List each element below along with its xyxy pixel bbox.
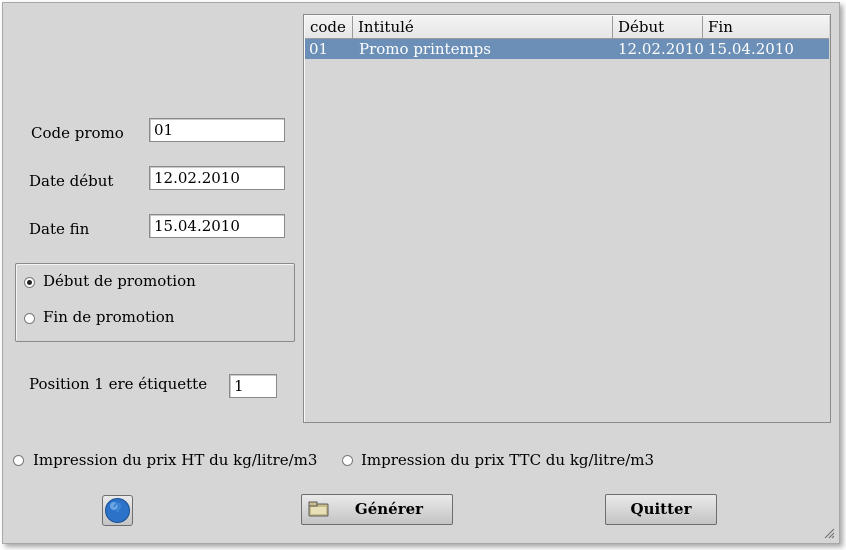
code-promo-label: Code promo (31, 124, 124, 142)
radio-price-ht[interactable] (13, 455, 24, 466)
radio-price-ttc-label[interactable]: Impression du prix TTC du kg/litre/m3 (361, 451, 654, 469)
cell-end: 15.04.2010 (708, 40, 794, 58)
help-icon (105, 498, 130, 523)
column-header-title[interactable]: Intitulé (353, 16, 613, 38)
start-date-label: Date début (29, 172, 114, 190)
quit-button-label: Quitter (630, 500, 692, 518)
start-date-input[interactable] (149, 166, 285, 190)
generate-button-label: Générer (354, 500, 424, 518)
code-promo-input[interactable] (149, 118, 285, 142)
promo-table[interactable]: code Intitulé Début Fin 01 Promo printem… (303, 14, 831, 423)
radio-price-ttc[interactable] (342, 455, 353, 466)
column-header-end[interactable]: Fin (703, 16, 829, 38)
promotion-radio-group: Début de promotion Fin de promotion (15, 263, 295, 342)
end-date-input[interactable] (149, 214, 285, 238)
radio-start-promotion[interactable] (24, 277, 35, 288)
column-header-code[interactable]: code (305, 16, 353, 38)
radio-price-ht-label[interactable]: Impression du prix HT du kg/litre/m3 (33, 451, 317, 469)
position-label: Position 1 ere étiquette (29, 375, 208, 393)
radio-end-promotion-label[interactable]: Fin de promotion (43, 308, 174, 326)
end-date-label: Date fin (29, 220, 90, 238)
radio-end-promotion[interactable] (24, 313, 35, 324)
dialog-window: Code promo Date début Date fin Début de … (2, 2, 840, 544)
help-button[interactable] (102, 495, 133, 526)
column-header-start[interactable]: Début (613, 16, 703, 38)
cell-code: 01 (309, 40, 329, 58)
folder-icon (308, 501, 329, 517)
resize-grip-icon[interactable] (823, 527, 835, 539)
table-row[interactable]: 01 Promo printemps 12.02.2010 15.04.2010 (305, 39, 829, 59)
quit-button[interactable]: Quitter (605, 494, 717, 525)
radio-start-promotion-label[interactable]: Début de promotion (43, 272, 196, 290)
position-input[interactable] (229, 374, 277, 398)
generate-button[interactable]: Générer (301, 494, 453, 525)
table-header: code Intitulé Début Fin (305, 16, 829, 39)
cell-start: 12.02.2010 (618, 40, 704, 58)
cell-title: Promo printemps (359, 40, 491, 58)
